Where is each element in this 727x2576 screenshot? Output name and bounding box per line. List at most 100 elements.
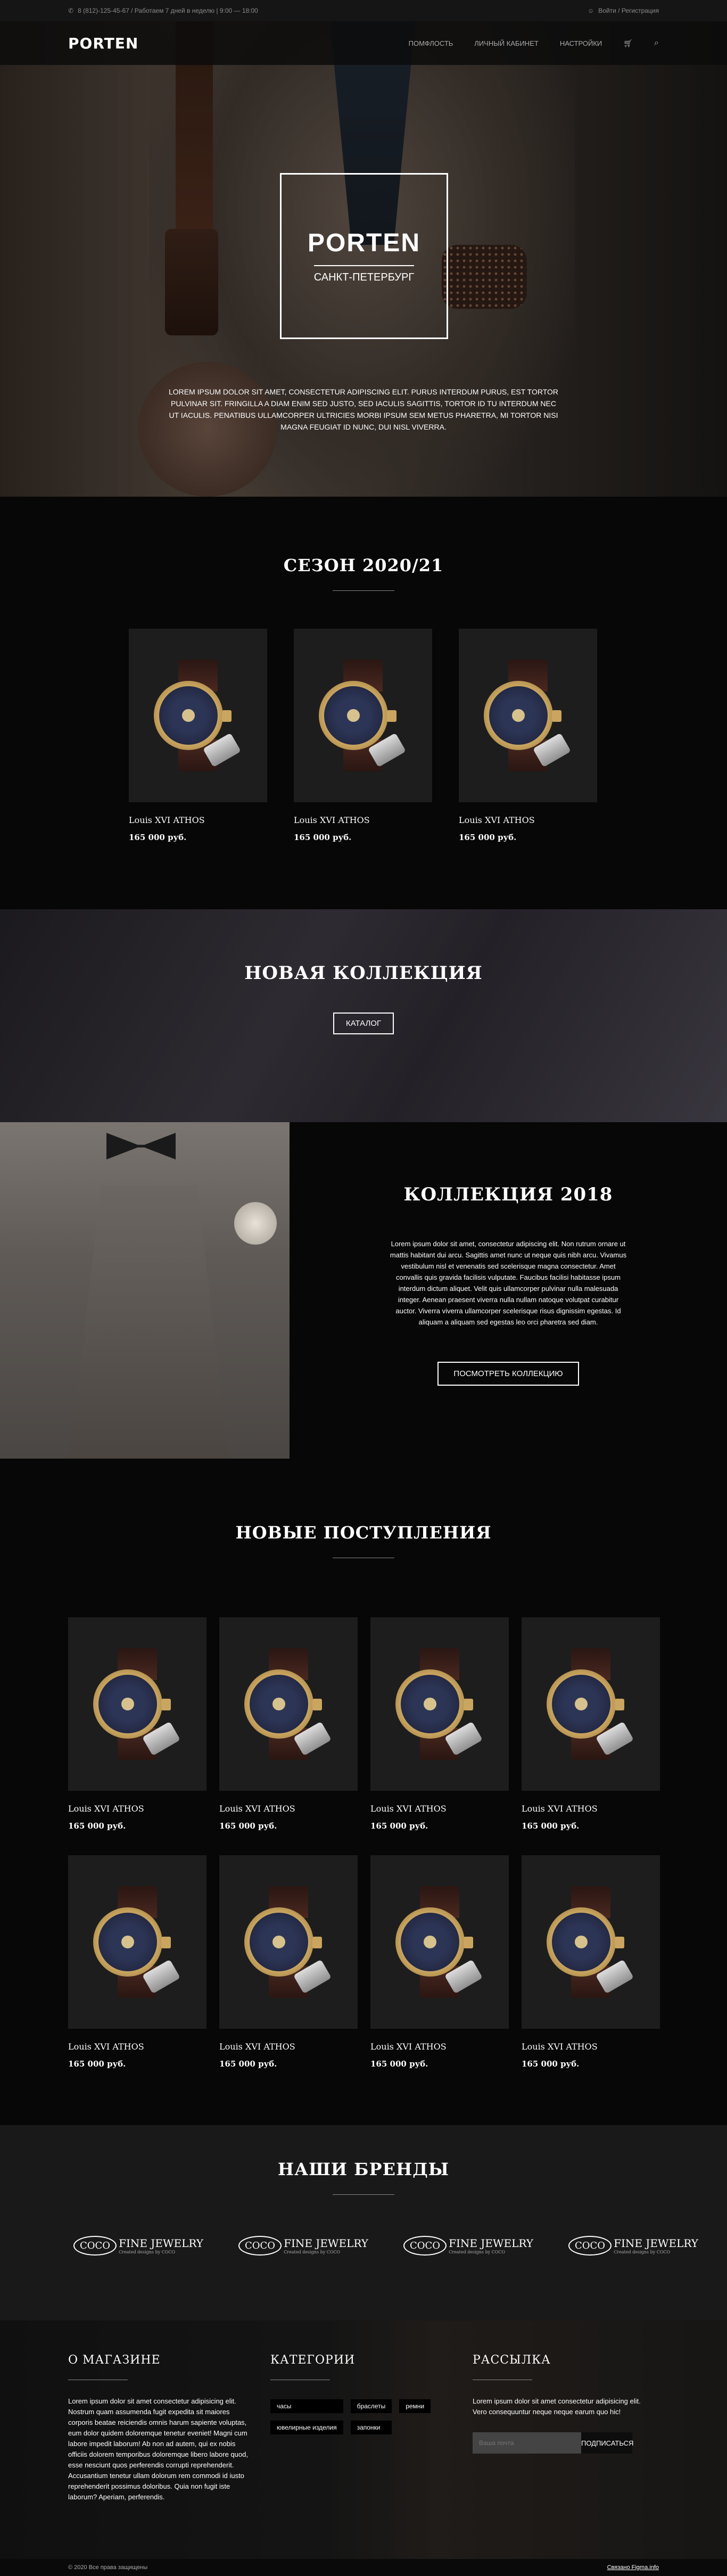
product-card[interactable]: Louis XVI ATHOS 165 000 руб.	[522, 1617, 660, 1831]
new-collection-title: НОВАЯ КОЛЛЕКЦИЯ	[244, 962, 483, 984]
logo[interactable]: PORTEN	[68, 35, 138, 52]
copyright: © 2020 Все права защищены	[68, 2564, 148, 2571]
product-image[interactable]	[294, 629, 432, 802]
login-link[interactable]: Войти / Регистрация	[598, 7, 659, 14]
brand-name: FINE JEWELRY	[449, 2237, 533, 2250]
product-image[interactable]	[370, 1617, 509, 1791]
product-card[interactable]: Louis XVI ATHOS 165 000 руб.	[522, 1855, 660, 2069]
product-image[interactable]	[68, 1855, 206, 2029]
watch-icon	[384, 1648, 495, 1760]
product-image[interactable]	[68, 1617, 206, 1791]
product-card[interactable]: Louis XVI ATHOS 165 000 руб.	[370, 1855, 509, 2069]
product-card[interactable]: Louis XVI ATHOS 165 000 руб.	[370, 1617, 509, 1831]
nav-item-1[interactable]: ПОМФЛОСТЬ	[409, 39, 453, 47]
watch-icon	[233, 1886, 344, 1998]
category-tag[interactable]: браслеты	[350, 2399, 392, 2413]
brands-section: НАШИ БРЕНДЫ COCO FINE JEWELRY Created desi…	[0, 2125, 727, 2320]
product-price: 165 000 руб.	[370, 2059, 428, 2069]
watch-icon	[535, 1648, 647, 1760]
category-tag[interactable]: ювелирные изделия	[270, 2421, 343, 2434]
product-name[interactable]: Louis XVI ATHOS	[219, 2042, 358, 2052]
brand-logo[interactable]: COCO FINE JEWELRY Created designs by COCO	[238, 2236, 368, 2256]
brand-logo[interactable]: COCO FINE JEWELRY Created designs by COCO	[403, 2236, 533, 2256]
product-card[interactable]: Louis XVI ATHOS 165 000 руб.	[68, 1855, 206, 2069]
topbar-contacts: ✆ 8 (812)-125-45-67 / Работаем 7 дней в …	[68, 7, 258, 14]
product-image[interactable]	[459, 629, 597, 802]
product-name[interactable]: Louis XVI ATHOS	[370, 2042, 509, 2052]
topbar-auth[interactable]: ☺ Войти / Регистрация	[588, 7, 659, 14]
brand-logo[interactable]: COCO FINE JEWELRY Created designs by COCO	[568, 2236, 698, 2256]
product-card[interactable]: Louis XVI ATHOS 165 000 руб.	[294, 629, 432, 842]
product-name[interactable]: Louis XVI ATHOS	[129, 815, 267, 825]
season-section: СЕЗОН 2020/21 Louis XVI ATHOS 165 000 руб…	[0, 497, 727, 909]
hero-text: Lorem ipsum dolor sit amet, consectetur …	[168, 388, 558, 431]
hero: PORTEN САНКТ-ПЕТЕРБУРГ Lorem ipsum dolor…	[0, 21, 727, 497]
collection-2018-title: КОЛЛЕКЦИЯ 2018	[403, 1184, 613, 1205]
category-tag[interactable]: ремни	[399, 2399, 431, 2413]
brand-mark: COCO	[73, 2236, 117, 2256]
product-image[interactable]	[522, 1855, 660, 2029]
new-collection-section: НОВАЯ КОЛЛЕКЦИЯ КАТАЛОГ	[0, 909, 727, 1122]
product-name[interactable]: Louis XVI ATHOS	[68, 1804, 206, 1814]
product-name[interactable]: Louis XVI ATHOS	[522, 2042, 660, 2052]
product-price: 165 000 руб.	[370, 1821, 428, 1831]
season-title: СЕЗОН 2020/21	[283, 555, 444, 575]
footer-newsletter-text: Lorem ipsum dolor sit amet consectetur a…	[473, 2397, 641, 2416]
vest-shape	[69, 1186, 229, 1459]
product-price: 165 000 руб.	[219, 1821, 277, 1831]
product-name[interactable]: Louis XVI ATHOS	[370, 1804, 509, 1814]
brands-title: НАШИ БРЕНДЫ	[277, 2159, 450, 2179]
brand-row: COCO FINE JEWELRY Created designs by COCO C…	[73, 2236, 698, 2256]
credit-link[interactable]: Связано Figma.info	[607, 2564, 659, 2571]
product-price: 165 000 руб.	[294, 833, 352, 842]
watch-icon	[81, 1886, 193, 1998]
product-image[interactable]	[219, 1617, 358, 1791]
product-image[interactable]	[522, 1617, 660, 1791]
product-name[interactable]: Louis XVI ATHOS	[68, 2042, 206, 2052]
title-divider	[333, 2194, 394, 2195]
category-tag[interactable]: запонки	[350, 2421, 392, 2434]
search-icon[interactable]: ⌕	[654, 38, 659, 48]
brand-mark: COCO	[238, 2236, 282, 2256]
product-card[interactable]: Louis XVI ATHOS 165 000 руб.	[459, 629, 597, 842]
footer-categories-title: КАТЕГОРИИ	[270, 2353, 356, 2367]
cart-icon[interactable]: 🛒︎	[623, 39, 633, 48]
watch-icon	[472, 660, 584, 771]
watch-icon	[384, 1886, 495, 1998]
nav-item-settings[interactable]: НАСТРОЙКИ	[560, 39, 602, 47]
product-card[interactable]: Louis XVI ATHOS 165 000 руб.	[68, 1617, 206, 1831]
brand-tagline: Created designs by COCO	[119, 2250, 176, 2254]
subscribe-button[interactable]: ПОДПИСАТЬСЯ	[581, 2432, 633, 2454]
product-card[interactable]: Louis XVI ATHOS 165 000 руб.	[219, 1617, 358, 1831]
brand-name: FINE JEWELRY	[284, 2237, 368, 2250]
footer-newsletter: РАССЫЛКА Lorem ipsum dolor sit amet cons…	[473, 2353, 652, 2454]
product-name[interactable]: Louis XVI ATHOS	[219, 1804, 358, 1814]
product-price: 165 000 руб.	[68, 1821, 126, 1831]
product-image[interactable]	[129, 629, 267, 802]
product-name[interactable]: Louis XVI ATHOS	[522, 1804, 660, 1814]
topbar: ✆ 8 (812)-125-45-67 / Работаем 7 дней в …	[0, 0, 727, 21]
watch-icon	[535, 1886, 647, 1998]
collection-2018-text: Lorem ipsum dolor sit amet, consectetur …	[390, 1240, 627, 1326]
new-collection-content: НОВАЯ КОЛЛЕКЦИЯ КАТАЛОГ	[0, 962, 727, 1034]
product-name[interactable]: Louis XVI ATHOS	[459, 815, 597, 825]
product-image[interactable]	[219, 1855, 358, 2029]
email-field[interactable]	[473, 2432, 581, 2454]
boutonniere-shape	[234, 1202, 277, 1245]
product-name[interactable]: Louis XVI ATHOS	[294, 815, 432, 825]
catalog-button[interactable]: КАТАЛОГ	[333, 1013, 394, 1034]
collection-2018-section: КОЛЛЕКЦИЯ 2018 Lorem ipsum dolor sit ame…	[0, 1122, 727, 1459]
brand-mark: COCO	[403, 2236, 447, 2256]
product-card[interactable]: Louis XVI ATHOS 165 000 руб.	[129, 629, 267, 842]
bottom-bar: © 2020 Все права защищены Связано Figma.…	[0, 2559, 727, 2576]
product-card[interactable]: Louis XVI ATHOS 165 000 руб.	[219, 1855, 358, 2069]
view-collection-button[interactable]: ПОСМОТРЕТЬ КОЛЛЕКЦИЮ	[437, 1362, 579, 1386]
category-tag[interactable]: часы	[270, 2399, 343, 2413]
product-price: 165 000 руб.	[522, 2059, 580, 2069]
brand-name: FINE JEWELRY	[614, 2237, 698, 2250]
main-menu: ПОМФЛОСТЬ ЛИЧНЫЙ КАБИНЕТ НАСТРОЙКИ 🛒︎ ⌕	[409, 38, 659, 48]
nav-item-cabinet[interactable]: ЛИЧНЫЙ КАБИНЕТ	[474, 39, 539, 47]
brand-logo[interactable]: COCO FINE JEWELRY Created designs by COCO	[73, 2236, 203, 2256]
watch-icon	[81, 1648, 193, 1760]
product-image[interactable]	[370, 1855, 509, 2029]
